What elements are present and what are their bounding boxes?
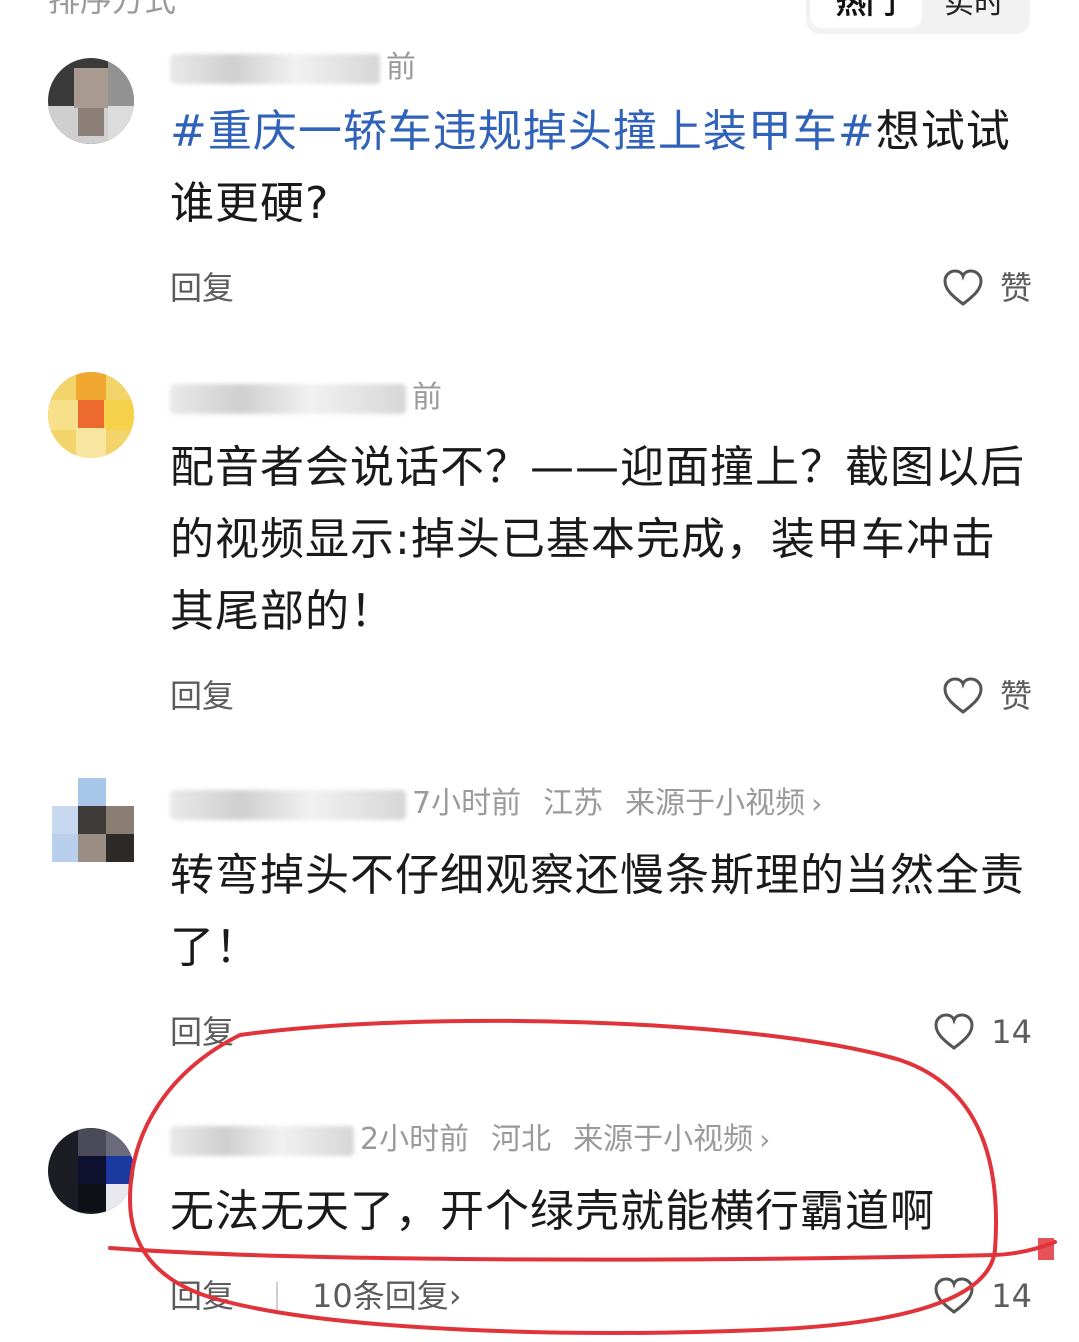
username-blurred[interactable]	[170, 789, 406, 820]
username-blurred[interactable]	[170, 1125, 354, 1156]
avatar[interactable]	[48, 1128, 134, 1214]
reply-button[interactable]: 回复	[170, 1008, 234, 1056]
avatar-image	[48, 1128, 134, 1214]
divider	[276, 1282, 278, 1310]
chevron-right-icon: ›	[759, 1123, 771, 1156]
reply-button[interactable]: 回复	[170, 264, 234, 312]
comment-meta: 前	[170, 46, 416, 90]
heart-outline-icon	[943, 269, 983, 306]
avatar-image	[48, 58, 134, 144]
avatar[interactable]	[48, 778, 134, 864]
comment-location: 江苏	[543, 786, 604, 821]
avatar[interactable]	[48, 372, 134, 458]
comment-time: 前	[412, 380, 442, 415]
comment-meta: 2小时前 河北 来源于小视频 ›	[170, 1118, 770, 1162]
like-button[interactable]: 14	[933, 1008, 1032, 1056]
comment-time: 前	[386, 50, 416, 85]
comment-body: 无法无天了，开个绿壳就能横行霸道啊	[170, 1186, 935, 1237]
hashtag-link[interactable]: #重庆一轿车违规掉头撞上装甲车#	[170, 106, 876, 157]
comment-body: 配音者会说话不？——迎面撞上？截图以后的视频显示:掉头已基本完成，装甲车冲击其尾…	[170, 442, 1025, 637]
replies-count-label: 10条回复	[312, 1277, 449, 1315]
comment-meta: 前	[170, 376, 442, 420]
sort-option-hot[interactable]: 热门	[810, 0, 922, 28]
like-button[interactable]: 14	[933, 1272, 1032, 1320]
chevron-right-icon: ›	[811, 787, 823, 820]
avatar[interactable]	[48, 58, 134, 144]
like-button[interactable]: 赞	[942, 672, 1032, 720]
comment-actions: 回复 10条回复› 14	[170, 1272, 1032, 1320]
like-label: 赞	[999, 269, 1032, 307]
like-button[interactable]: 赞	[942, 264, 1032, 312]
source-link[interactable]: 来源于小视频	[573, 1122, 753, 1157]
comment-actions: 回复 14	[170, 1008, 1032, 1056]
sort-bar: 排序方式 热门 实时	[0, 0, 1079, 40]
avatar-image	[48, 778, 134, 864]
comment-time: 2小时前	[360, 1122, 470, 1157]
heart-outline-icon	[934, 1277, 974, 1314]
username-blurred[interactable]	[170, 383, 406, 414]
comment-location: 河北	[491, 1122, 552, 1157]
like-label: 赞	[999, 677, 1032, 715]
comment-time: 7小时前	[412, 786, 522, 821]
comment-actions: 回复 赞	[170, 672, 1032, 720]
comment-body: 转弯掉头不仔细观察还慢条斯理的当然全责了！	[170, 850, 1025, 973]
like-count: 14	[991, 1013, 1032, 1051]
source-link[interactable]: 来源于小视频	[625, 786, 805, 821]
chevron-right-icon: ›	[448, 1277, 462, 1315]
sort-label: 排序方式	[48, 0, 177, 19]
comment-text: #重庆一轿车违规掉头撞上装甲车#想试试谁更硬?	[170, 96, 1040, 240]
like-count: 14	[991, 1277, 1032, 1315]
username-blurred[interactable]	[170, 53, 380, 84]
avatar-image	[48, 372, 134, 458]
comment-meta: 7小时前 江苏 来源于小视频 ›	[170, 782, 822, 826]
heart-outline-icon	[943, 677, 983, 714]
reply-button[interactable]: 回复	[170, 1272, 234, 1320]
sort-toggle[interactable]: 热门 实时	[806, 0, 1030, 34]
reply-button[interactable]: 回复	[170, 672, 234, 720]
sort-option-latest[interactable]: 实时	[918, 0, 1030, 28]
comment-actions: 回复 赞	[170, 264, 1032, 312]
heart-outline-icon	[934, 1013, 974, 1050]
view-replies-link[interactable]: 10条回复›	[312, 1272, 462, 1320]
